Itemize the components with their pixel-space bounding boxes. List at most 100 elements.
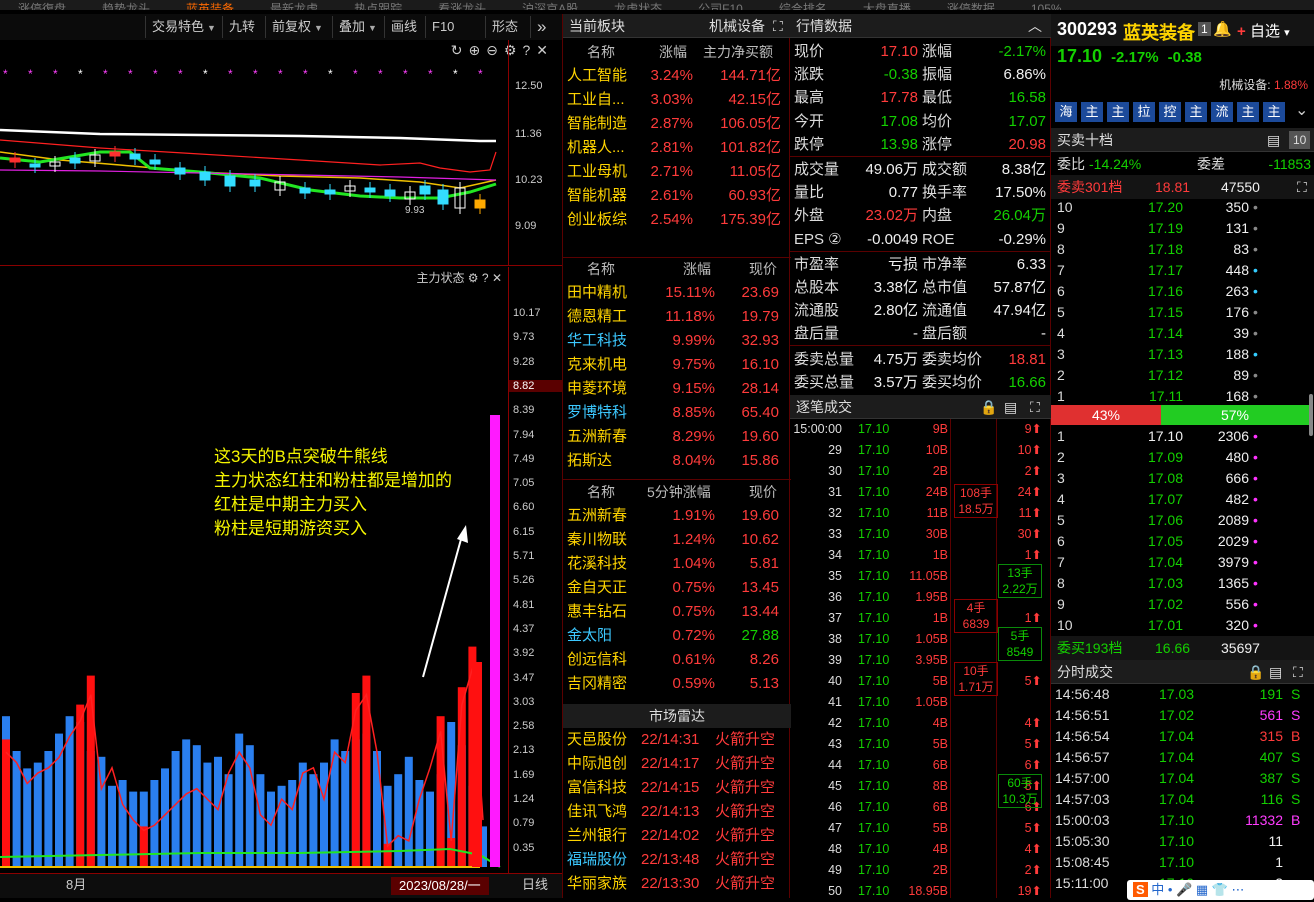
five-min-row[interactable]: 金太阳 0.72% 27.88 bbox=[563, 624, 791, 648]
feature-tab[interactable]: 拉 bbox=[1133, 102, 1155, 122]
scrollbar[interactable] bbox=[1309, 394, 1313, 436]
top-tab[interactable]: 大盘直播 bbox=[845, 0, 929, 10]
chevron-down-icon[interactable]: ⌄ bbox=[1295, 100, 1308, 120]
expand-icon[interactable]: ⛶ bbox=[1293, 660, 1303, 684]
more-button[interactable]: » bbox=[530, 16, 552, 38]
buy-level[interactable]: 2 17.09 480 • bbox=[1051, 447, 1309, 468]
ime-toolbar[interactable]: S 中 • 🎤 ▦ 👕 ⋯ bbox=[1127, 880, 1314, 900]
top-tab[interactable]: 最新龙虎 bbox=[252, 0, 336, 10]
five-min-row[interactable]: 惠丰钻石 0.75% 13.44 bbox=[563, 600, 791, 624]
feature-tab[interactable]: 控 bbox=[1159, 102, 1181, 122]
top-tab[interactable]: 热点跟踪 bbox=[336, 0, 420, 10]
top-tab[interactable]: 趋势龙头 bbox=[84, 0, 168, 10]
sell-level[interactable]: 4 17.14 39 • bbox=[1051, 323, 1309, 344]
expand-icon[interactable]: ⛶ bbox=[1297, 175, 1307, 199]
top-tab[interactable]: 涨停復盘 bbox=[0, 0, 84, 10]
peer-row[interactable]: 申菱环境 9.15% 28.14 bbox=[563, 377, 791, 401]
feature-tab[interactable]: 主 bbox=[1237, 102, 1259, 122]
sell-level[interactable]: 10 17.20 350 • bbox=[1051, 197, 1309, 218]
five-min-row[interactable]: 金自天正 0.75% 13.45 bbox=[563, 576, 791, 600]
feature-tab[interactable]: 海 bbox=[1055, 102, 1077, 122]
radar-row[interactable]: 天邑股份 22/14:31 火箭升空 bbox=[563, 728, 791, 752]
collapse-icon[interactable]: ︿ bbox=[1028, 14, 1042, 38]
sell-level[interactable]: 6 17.16 263 • bbox=[1051, 281, 1309, 302]
expand-icon[interactable]: ⛶ bbox=[1030, 395, 1040, 419]
sell-level[interactable]: 8 17.18 83 • bbox=[1051, 239, 1309, 260]
top-tab[interactable]: 龙虎状态 bbox=[596, 0, 680, 10]
level-badge[interactable]: 10 bbox=[1289, 131, 1311, 149]
buy-level[interactable]: 5 17.06 2089 • bbox=[1051, 510, 1309, 531]
period-button[interactable]: 日线 bbox=[522, 874, 548, 896]
top-tab[interactable]: 105% bbox=[1013, 2, 1080, 10]
bell-icon[interactable]: 🔔 bbox=[1213, 20, 1232, 38]
five-min-row[interactable]: 五洲新春 1.91% 19.60 bbox=[563, 504, 791, 528]
buy-level[interactable]: 1 17.10 2306 • bbox=[1051, 426, 1309, 447]
sell-level[interactable]: 1 17.11 168 • bbox=[1051, 386, 1309, 407]
buy-level[interactable]: 7 17.04 3979 • bbox=[1051, 552, 1309, 573]
sector-row[interactable]: 人工智能 3.24% 144.71亿 bbox=[563, 64, 791, 88]
toolbar-button[interactable]: 形态 bbox=[485, 16, 524, 38]
five-min-row[interactable]: 秦川物联 1.24% 10.62 bbox=[563, 528, 791, 552]
peer-row[interactable]: 德恩精工 11.18% 19.79 bbox=[563, 305, 791, 329]
toolbar-button[interactable]: 画线 bbox=[384, 16, 423, 38]
top-tab[interactable]: 蓝英装备 bbox=[168, 0, 252, 10]
top-tab[interactable]: 沪深京A股 bbox=[504, 0, 596, 10]
top-tab[interactable]: 看涨龙头 bbox=[420, 0, 504, 10]
lock-icon[interactable]: 🔒 bbox=[1247, 660, 1264, 684]
five-min-row[interactable]: 创远信科 0.61% 8.26 bbox=[563, 648, 791, 672]
top-tab[interactable]: 涨停数据 bbox=[929, 0, 1013, 10]
sell-level[interactable]: 3 17.13 188 • bbox=[1051, 344, 1309, 365]
top-tab[interactable]: 公司F10 bbox=[680, 0, 761, 10]
buy-level[interactable]: 9 17.02 556 • bbox=[1051, 594, 1309, 615]
calc-icon[interactable]: ▤ bbox=[1267, 128, 1280, 152]
feature-tab[interactable]: 主 bbox=[1081, 102, 1103, 122]
peer-row[interactable]: 罗博特科 8.85% 65.40 bbox=[563, 401, 791, 425]
lock-icon[interactable]: 🔒 bbox=[980, 395, 997, 419]
sell-level[interactable]: 5 17.15 176 • bbox=[1051, 302, 1309, 323]
toolbar-button[interactable]: 叠加 ▼ bbox=[332, 16, 383, 38]
toolbar-button[interactable]: 前复权 ▼ bbox=[265, 16, 329, 38]
radar-row[interactable]: 富信科技 22/14:15 火箭升空 bbox=[563, 776, 791, 800]
add-favorite-button[interactable]: + 自选 ▾ bbox=[1237, 20, 1290, 41]
calc-icon[interactable]: ▤ bbox=[1004, 395, 1017, 419]
sector-tag[interactable]: 机械设备 bbox=[709, 14, 765, 38]
peer-row[interactable]: 田中精机 15.11% 23.69 bbox=[563, 281, 791, 305]
buy-level[interactable]: 3 17.08 666 • bbox=[1051, 468, 1309, 489]
peer-row[interactable]: 拓斯达 8.04% 15.86 bbox=[563, 449, 791, 473]
expand-icon[interactable]: ⛶ bbox=[773, 14, 783, 38]
toolbar-button[interactable]: 九转 bbox=[222, 16, 261, 38]
sector-row[interactable]: 工业自... 3.03% 42.15亿 bbox=[563, 88, 791, 112]
indicator-chart[interactable]: 主力状态 ⚙ ? ✕ 10.17 9.73 9.28 8.82 8.39 7.94 7.49… bbox=[0, 267, 563, 873]
feature-tab[interactable]: 主 bbox=[1107, 102, 1129, 122]
sector-row[interactable]: 工业母机 2.71% 11.05亿 bbox=[563, 160, 791, 184]
five-min-row[interactable]: 花溪科技 1.04% 5.81 bbox=[563, 552, 791, 576]
sell-level[interactable]: 2 17.12 89 • bbox=[1051, 365, 1309, 386]
buy-level[interactable]: 6 17.05 2029 • bbox=[1051, 531, 1309, 552]
buy-level[interactable]: 10 17.01 320 • bbox=[1051, 615, 1309, 636]
buy-level[interactable]: 8 17.03 1365 • bbox=[1051, 573, 1309, 594]
sector-row[interactable]: 机器人... 2.81% 101.82亿 bbox=[563, 136, 791, 160]
radar-row[interactable]: 华丽家族 22/13:30 火箭升空 bbox=[563, 872, 791, 896]
sector-row[interactable]: 智能制造 2.87% 106.05亿 bbox=[563, 112, 791, 136]
sell-level[interactable]: 7 17.17 448 • bbox=[1051, 260, 1309, 281]
sector-row[interactable]: 智能机器 2.61% 60.93亿 bbox=[563, 184, 791, 208]
toolbar-button[interactable]: F10 bbox=[425, 16, 460, 38]
calc-icon[interactable]: ▤ bbox=[1269, 660, 1282, 684]
feature-tab[interactable]: 主 bbox=[1185, 102, 1207, 122]
sector-row[interactable]: 创业板综 2.54% 175.39亿 bbox=[563, 208, 791, 232]
sell-level[interactable]: 9 17.19 131 • bbox=[1051, 218, 1309, 239]
radar-row[interactable]: 兰州银行 22/14:02 火箭升空 bbox=[563, 824, 791, 848]
feature-tab[interactable]: 主 bbox=[1263, 102, 1285, 122]
radar-row[interactable]: 中际旭创 22/14:17 火箭升空 bbox=[563, 752, 791, 776]
radar-row[interactable]: 佳讯飞鸿 22/14:13 火箭升空 bbox=[563, 800, 791, 824]
top-tab[interactable]: 综合排名 bbox=[761, 0, 845, 10]
five-min-row[interactable]: 吉冈精密 0.59% 5.13 bbox=[563, 672, 791, 696]
radar-row[interactable]: 福瑞股份 22/13:48 火箭升空 bbox=[563, 848, 791, 872]
feature-tab[interactable]: 流 bbox=[1211, 102, 1233, 122]
buy-level[interactable]: 4 17.07 482 • bbox=[1051, 489, 1309, 510]
peer-row[interactable]: 五洲新春 8.29% 19.60 bbox=[563, 425, 791, 449]
kline-chart[interactable]: ↻⊕⊖⚙?✕ * * * * * * * * * * * * * * * * * * * * 9.93 12.50 11.… bbox=[0, 40, 562, 266]
peer-row[interactable]: 华工科技 9.99% 32.93 bbox=[563, 329, 791, 353]
peer-row[interactable]: 克来机电 9.75% 16.10 bbox=[563, 353, 791, 377]
toolbar-button[interactable]: 交易特色 ▼ bbox=[145, 16, 222, 38]
